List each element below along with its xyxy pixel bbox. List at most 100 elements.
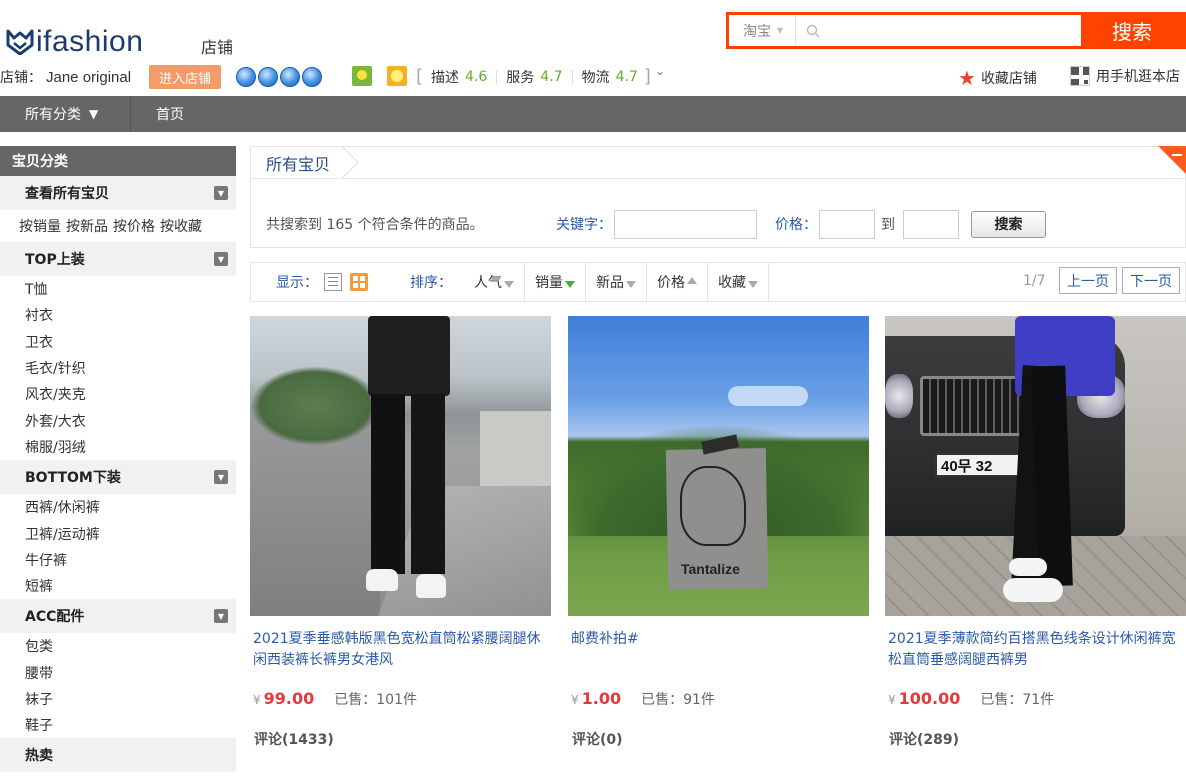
- product-title[interactable]: 邮费补拍#: [568, 629, 868, 671]
- gold-seller-icon[interactable]: [387, 66, 407, 86]
- shop-name[interactable]: Jane original: [46, 69, 131, 86]
- sidebar-link-new[interactable]: 按新品: [66, 216, 108, 236]
- grid-view-icon[interactable]: [350, 273, 368, 291]
- minus-icon[interactable]: [1172, 154, 1182, 156]
- list-view-icon[interactable]: [324, 273, 342, 291]
- product-price: 1.00: [581, 689, 622, 708]
- sort-price[interactable]: 价格: [647, 263, 708, 301]
- product-title[interactable]: 2021夏季薄款简约百搭黑色线条设计休闲裤宽松直筒垂感阔腿西裤男: [885, 629, 1185, 671]
- logo-text: ifashion: [36, 25, 144, 58]
- sidebar-item[interactable]: 腰带: [0, 660, 236, 686]
- collapse-icon[interactable]: ▼: [214, 186, 228, 200]
- divider: [496, 69, 498, 84]
- tab-all-items-label: 所有宝贝: [266, 154, 331, 174]
- search-scope-select[interactable]: 淘宝 ▼: [729, 15, 795, 46]
- search-button[interactable]: 搜索: [1081, 15, 1183, 46]
- search-box: 淘宝 ▼ 搜索: [726, 12, 1186, 49]
- search-scope-label: 淘宝: [743, 23, 771, 40]
- nav-all-categories[interactable]: 所有分类 ▼: [0, 96, 131, 132]
- sidebar-item[interactable]: 外套/大衣: [0, 407, 236, 433]
- mobile-shop-link[interactable]: 用手机逛本店: [1070, 66, 1180, 86]
- product-title[interactable]: 2021夏季垂感韩版黑色宽松直筒松紧腰阔腿休闲西装裤长裤男女港风: [250, 629, 550, 671]
- sort-favorites[interactable]: 收藏: [708, 263, 769, 301]
- price-label: 价格：: [775, 217, 817, 233]
- next-page-button[interactable]: 下一页: [1122, 267, 1180, 294]
- product-comments[interactable]: 评论(1433): [250, 729, 551, 749]
- panel-header: 所有宝贝: [251, 146, 1186, 179]
- image-detail: [1003, 578, 1063, 602]
- price-min-input[interactable]: [819, 209, 875, 239]
- sidebar-item[interactable]: 卫裤/运动裤: [0, 520, 236, 546]
- sidebar-link-price[interactable]: 按价格: [113, 216, 155, 236]
- product-image[interactable]: [250, 316, 551, 616]
- consumer-protection-icon[interactable]: [352, 66, 372, 86]
- product-comments[interactable]: 评论(289): [885, 729, 1186, 749]
- sidebar-item[interactable]: 卫衣: [0, 329, 236, 355]
- collapse-icon[interactable]: ▼: [214, 609, 228, 624]
- nav-all-categories-label: 所有分类: [25, 107, 81, 123]
- sort-option-label: 人气: [474, 275, 502, 291]
- sidebar-item[interactable]: T恤: [0, 276, 236, 302]
- sort-option-label: 新品: [596, 275, 624, 291]
- arrow-up-icon: [687, 276, 697, 284]
- search-input[interactable]: [826, 16, 1076, 45]
- sort-popularity[interactable]: 人气: [464, 263, 525, 301]
- sidebar-link-sales[interactable]: 按销量: [19, 216, 61, 236]
- collapse-icon[interactable]: ▼: [214, 470, 228, 485]
- sort-option-label: 价格: [657, 275, 685, 291]
- product-price-row: ¥ 100.00 已售：71件: [885, 689, 1186, 709]
- filter-search-button[interactable]: 搜索: [971, 210, 1046, 238]
- sort-option-label: 收藏: [718, 275, 746, 291]
- sidebar-item[interactable]: 毛衣/针织: [0, 355, 236, 381]
- price-max-input[interactable]: [903, 209, 959, 239]
- bracket-open: [: [416, 66, 424, 87]
- sidebar-item[interactable]: 鞋子: [0, 712, 236, 738]
- sidebar-item[interactable]: 棉服/羽绒: [0, 434, 236, 460]
- product-image[interactable]: 40무 32: [885, 316, 1186, 616]
- crown-icon: [258, 67, 278, 87]
- sidebar-group-top[interactable]: TOP上装 ▼: [0, 242, 236, 276]
- sidebar-view-all[interactable]: 查看所有宝贝 ▼: [0, 176, 236, 210]
- tab-all-items[interactable]: 所有宝贝: [251, 147, 348, 179]
- crown-icon: [280, 67, 300, 87]
- sidebar-group-acc[interactable]: ACC配件 ▼: [0, 599, 236, 634]
- enter-shop-button[interactable]: 进入店铺: [149, 65, 221, 89]
- sidebar-item[interactable]: 牛仔裤: [0, 547, 236, 573]
- cat-logo-icon: [6, 29, 34, 55]
- prev-page-button[interactable]: 上一页: [1059, 267, 1117, 294]
- product-image[interactable]: Tantalize: [568, 316, 869, 616]
- image-detail: [1009, 558, 1047, 576]
- keyword-input[interactable]: [614, 209, 757, 239]
- logo[interactable]: ifashion: [6, 24, 143, 60]
- sidebar-link-favorites[interactable]: 按收藏: [160, 216, 202, 236]
- image-detail: [368, 316, 450, 396]
- nav-bar: 所有分类 ▼ 首页: [0, 96, 1186, 132]
- favorite-shop-link[interactable]: ★ 收藏店铺: [958, 66, 1037, 90]
- sidebar-item[interactable]: 衬衣: [0, 302, 236, 328]
- sidebar-item[interactable]: 袜子: [0, 686, 236, 712]
- rating-label-service: 服务: [506, 69, 535, 86]
- sidebar-item[interactable]: 风衣/夹克: [0, 381, 236, 407]
- image-detail: [411, 394, 445, 574]
- shop-ratings: [ 描述 4.6 服务 4.7 物流 4.7 ]: [416, 66, 651, 87]
- corner-flag-icon: [1158, 146, 1186, 174]
- product-comments[interactable]: 评论(0): [568, 729, 869, 749]
- image-detail: [416, 574, 446, 598]
- image-text: 40무 32: [935, 453, 1025, 477]
- currency-symbol: ¥: [253, 693, 261, 707]
- product-sold: 已售：91件: [641, 692, 715, 708]
- arrow-down-icon: [565, 280, 575, 288]
- sidebar-item[interactable]: 包类: [0, 633, 236, 659]
- sidebar-group-bottom[interactable]: BOTTOM下装 ▼: [0, 460, 236, 495]
- sidebar-group-hot[interactable]: 热卖: [0, 738, 236, 773]
- collapse-icon[interactable]: ▼: [214, 252, 228, 266]
- sort-new[interactable]: 新品: [586, 263, 647, 301]
- shop-label: 店铺：: [0, 70, 42, 86]
- nav-home[interactable]: 首页: [131, 96, 211, 132]
- sidebar-item[interactable]: 短裤: [0, 573, 236, 599]
- image-detail: [885, 374, 913, 418]
- sort-sales[interactable]: 销量: [525, 263, 586, 301]
- chevron-down-icon[interactable]: ⌄: [655, 64, 665, 78]
- sidebar-item[interactable]: 西裤/休闲裤: [0, 494, 236, 520]
- product-sold: 已售：101件: [334, 692, 417, 708]
